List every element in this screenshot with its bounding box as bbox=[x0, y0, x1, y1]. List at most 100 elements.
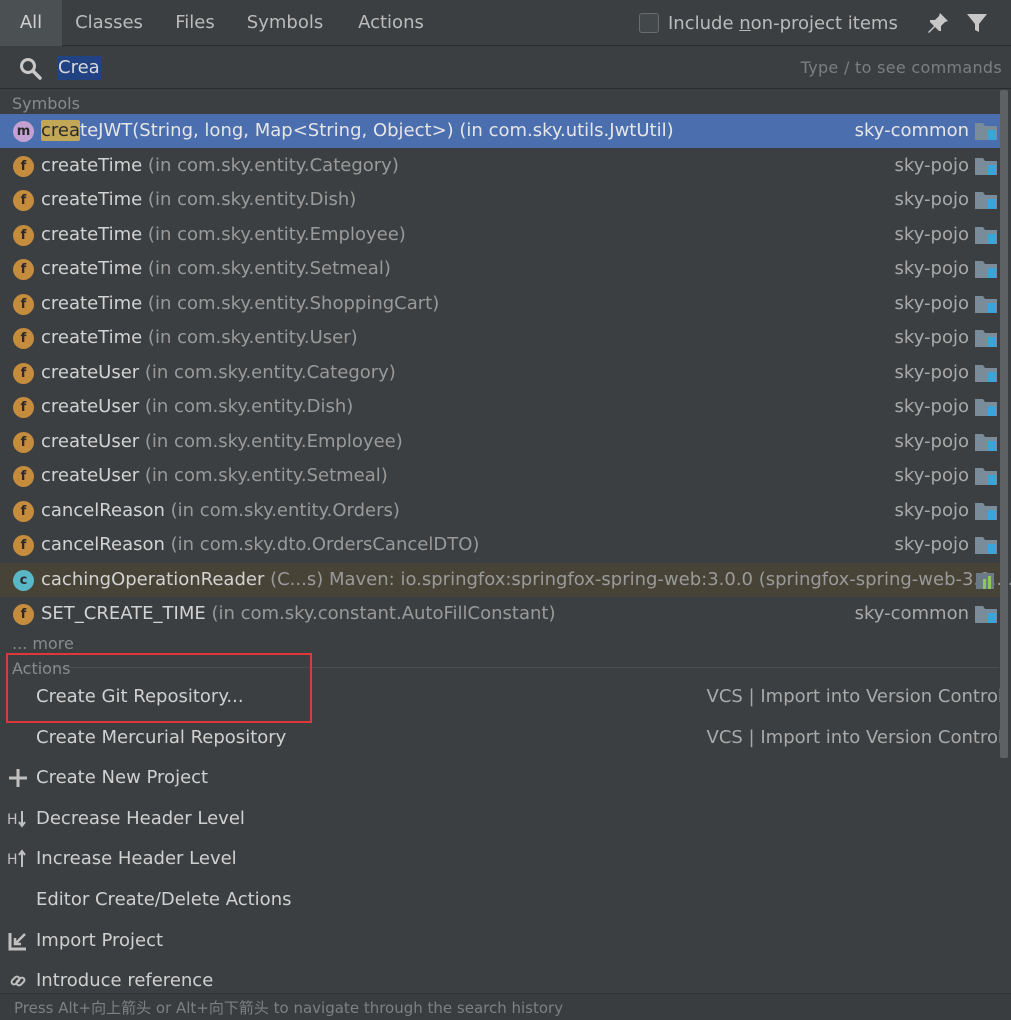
symbol-name: createUser (in com.sky.entity.Category) bbox=[41, 361, 396, 385]
action-result-row[interactable]: H Increase Header Level bbox=[0, 840, 1011, 880]
symbol-label: createTime bbox=[41, 223, 143, 245]
symbol-result-row[interactable]: f createUser (in com.sky.entity.Setmeal) s… bbox=[0, 459, 1000, 493]
action-result-row[interactable]: Introduce reference bbox=[0, 962, 1011, 993]
symbol-result-row[interactable]: f cancelReason (in com.sky.dto.OrdersCanc… bbox=[0, 528, 1000, 562]
symbol-name: cancelReason (in com.sky.dto.OrdersCance… bbox=[41, 533, 479, 557]
action-name: Increase Header Level bbox=[36, 848, 237, 870]
checkbox-box[interactable] bbox=[639, 13, 659, 33]
symbol-context: (in com.sky.entity.Orders) bbox=[164, 499, 400, 521]
module-folder-icon bbox=[974, 294, 998, 314]
action-name: Editor Create/Delete Actions bbox=[36, 889, 292, 910]
module-name: sky-pojo bbox=[894, 292, 969, 314]
symbol-result-row[interactable]: f createUser (in com.sky.entity.Employee)… bbox=[0, 425, 1000, 459]
module-folder-icon bbox=[974, 225, 998, 245]
module-folder-icon bbox=[974, 363, 998, 383]
module-name: sky-pojo bbox=[894, 154, 969, 176]
pin-icon[interactable] bbox=[926, 11, 950, 35]
action-result-row[interactable]: Create Mercurial Repository VCS | Import … bbox=[0, 719, 1011, 759]
symbol-label: createUser bbox=[41, 361, 140, 383]
module-name: sky-pojo bbox=[894, 361, 969, 383]
symbol-result-row[interactable]: f createTime (in com.sky.entity.Dish) sky-… bbox=[0, 183, 1000, 217]
search-hint: Type / to see commands bbox=[800, 58, 1002, 77]
tab-all[interactable]: All bbox=[0, 0, 62, 46]
symbol-name: createUser (in com.sky.entity.Dish) bbox=[41, 395, 353, 419]
module-folder-icon bbox=[974, 328, 998, 348]
symbol-context: (in com.sky.utils.JwtUtil) bbox=[453, 120, 674, 141]
symbol-label: createTime bbox=[41, 258, 143, 279]
module-name: sky-pojo bbox=[894, 534, 969, 555]
symbol-result-row[interactable]: f createUser (in com.sky.entity.Category)… bbox=[0, 356, 1000, 390]
symbol-label: createTime bbox=[41, 154, 143, 176]
symbol-context: (in com.sky.entity.Category) bbox=[142, 154, 399, 176]
tab-classes[interactable]: Classes bbox=[64, 0, 154, 46]
tab-actions[interactable]: Actions bbox=[344, 0, 438, 46]
search-icon bbox=[20, 58, 42, 80]
symbol-result-row[interactable]: f createTime (in com.sky.entity.ShoppingC… bbox=[0, 287, 1000, 321]
symbol-result-row[interactable]: f createTime (in com.sky.entity.Setmeal) s… bbox=[0, 252, 1000, 286]
symbol-context: (in com.sky.entity.Dish) bbox=[139, 396, 354, 417]
symbol-result-row[interactable]: f SET_CREATE_TIME (in com.sky.constant.Au… bbox=[0, 597, 1000, 631]
tab-files[interactable]: Files bbox=[160, 0, 230, 46]
symbol-result-row[interactable]: f createTime (in com.sky.entity.User) sky-… bbox=[0, 321, 1000, 355]
library-jar-icon bbox=[974, 570, 998, 590]
field-icon: f bbox=[13, 259, 34, 280]
module-name: sky-common bbox=[854, 603, 969, 624]
symbol-context: (in com.sky.entity.Setmeal) bbox=[142, 258, 391, 279]
field-icon: f bbox=[13, 190, 34, 211]
search-input[interactable]: Crea bbox=[57, 56, 101, 80]
symbol-result-row[interactable]: m createJWT(String, long, Map<String, Obj… bbox=[0, 114, 1000, 148]
symbol-name: cachingOperationReader (C...s) Maven: io… bbox=[41, 568, 1011, 592]
symbol-result-row[interactable]: f createTime (in com.sky.entity.Category)… bbox=[0, 149, 1000, 183]
symbol-label: createTime bbox=[41, 189, 143, 210]
symbol-name: createUser (in com.sky.entity.Setmeal) bbox=[41, 464, 388, 488]
action-result-row[interactable]: Import Project bbox=[0, 922, 1011, 962]
tab-symbols[interactable]: Symbols bbox=[236, 0, 334, 46]
symbol-name: createTime (in com.sky.entity.User) bbox=[41, 326, 358, 350]
symbol-result-row[interactable]: f createTime (in com.sky.entity.Employee)… bbox=[0, 218, 1000, 252]
symbol-result-row[interactable]: f cancelReason (in com.sky.entity.Orders)… bbox=[0, 494, 1000, 528]
symbol-result-row[interactable]: f createUser (in com.sky.entity.Dish) sky-… bbox=[0, 390, 1000, 424]
action-result-row[interactable]: Create New Project bbox=[0, 759, 1011, 799]
symbol-name: createJWT(String, long, Map<String, Obje… bbox=[41, 119, 674, 143]
symbol-context: (in com.sky.constant.AutoFillConstant) bbox=[205, 603, 556, 624]
symbol-context: (in com.sky.entity.ShoppingCart) bbox=[142, 292, 440, 314]
status-text: Press Alt+向上箭头 or Alt+向下箭头 to navigate t… bbox=[14, 999, 564, 1017]
symbol-result-row[interactable]: c cachingOperationReader (C...s) Maven: i… bbox=[0, 562, 1011, 597]
symbol-label: teJWT(String, long, Map<String, Object>) bbox=[80, 120, 454, 141]
scrollbar[interactable] bbox=[1000, 90, 1008, 758]
module-name: sky-common bbox=[854, 120, 969, 141]
module-name: sky-pojo bbox=[894, 327, 969, 348]
symbol-context: (in com.sky.dto.OrdersCancelDTO) bbox=[164, 534, 480, 555]
symbol-name: createTime (in com.sky.entity.Dish) bbox=[41, 188, 356, 212]
action-result-row[interactable]: Editor Create/Delete Actions bbox=[0, 881, 1011, 921]
module-folder-icon bbox=[974, 121, 998, 141]
field-icon: f bbox=[13, 500, 34, 522]
symbol-label: cachingOperationReader bbox=[41, 568, 265, 590]
module-folder-icon bbox=[974, 432, 998, 452]
symbol-label: createTime bbox=[41, 292, 143, 314]
plus-icon bbox=[7, 767, 29, 789]
status-bar: Press Alt+向上箭头 or Alt+向下箭头 to navigate t… bbox=[0, 993, 1011, 1020]
symbol-name: cancelReason (in com.sky.entity.Orders) bbox=[41, 499, 400, 523]
action-result-row[interactable]: H Decrease Header Level bbox=[0, 800, 1011, 840]
action-path: VCS | Import into Version Control bbox=[706, 726, 1003, 748]
symbol-label: createUser bbox=[41, 396, 140, 417]
include-non-project-checkbox[interactable]: Include non-project items bbox=[639, 12, 898, 34]
filter-icon[interactable] bbox=[965, 11, 989, 35]
symbol-label: SET_CREATE_TIME bbox=[41, 603, 206, 624]
symbol-context: (C...s) Maven: io.springfox:springfox-sp… bbox=[264, 568, 1011, 590]
field-icon: f bbox=[13, 224, 34, 246]
symbol-name: createTime (in com.sky.entity.Employee) bbox=[41, 223, 406, 247]
module-folder-icon bbox=[974, 466, 998, 486]
more-link[interactable]: ... more bbox=[12, 634, 74, 653]
symbols-group-label: Symbols bbox=[12, 94, 80, 113]
symbol-name: createTime (in com.sky.entity.Setmeal) bbox=[41, 257, 391, 281]
module-name: sky-pojo bbox=[894, 499, 969, 521]
symbol-context: (in com.sky.entity.User) bbox=[142, 327, 358, 348]
import-icon bbox=[7, 930, 29, 952]
module-folder-icon bbox=[974, 259, 998, 279]
results-list: Symbols m createJWT(String, long, Map<Str… bbox=[0, 90, 1011, 993]
module-name: sky-pojo bbox=[894, 223, 969, 245]
class-icon: c bbox=[13, 569, 34, 591]
field-icon: f bbox=[13, 328, 34, 349]
